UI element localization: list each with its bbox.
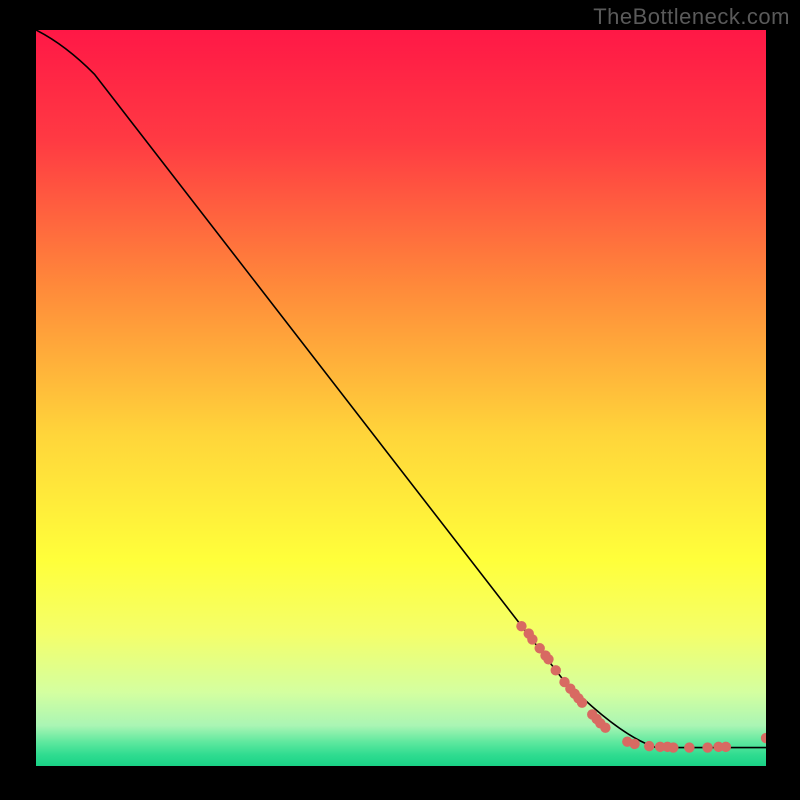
- data-marker: [543, 654, 553, 664]
- plot-area: [36, 30, 766, 766]
- watermark-label: TheBottleneck.com: [593, 4, 790, 30]
- chart-svg: [36, 30, 766, 766]
- data-marker: [644, 741, 654, 751]
- data-marker: [527, 634, 537, 644]
- data-marker: [668, 742, 678, 752]
- data-marker: [600, 723, 610, 733]
- data-marker: [516, 621, 526, 631]
- chart-container: TheBottleneck.com: [0, 0, 800, 800]
- data-marker: [577, 698, 587, 708]
- data-marker: [721, 742, 731, 752]
- data-marker: [629, 739, 639, 749]
- data-marker: [551, 665, 561, 675]
- data-marker: [684, 742, 694, 752]
- data-marker: [702, 742, 712, 752]
